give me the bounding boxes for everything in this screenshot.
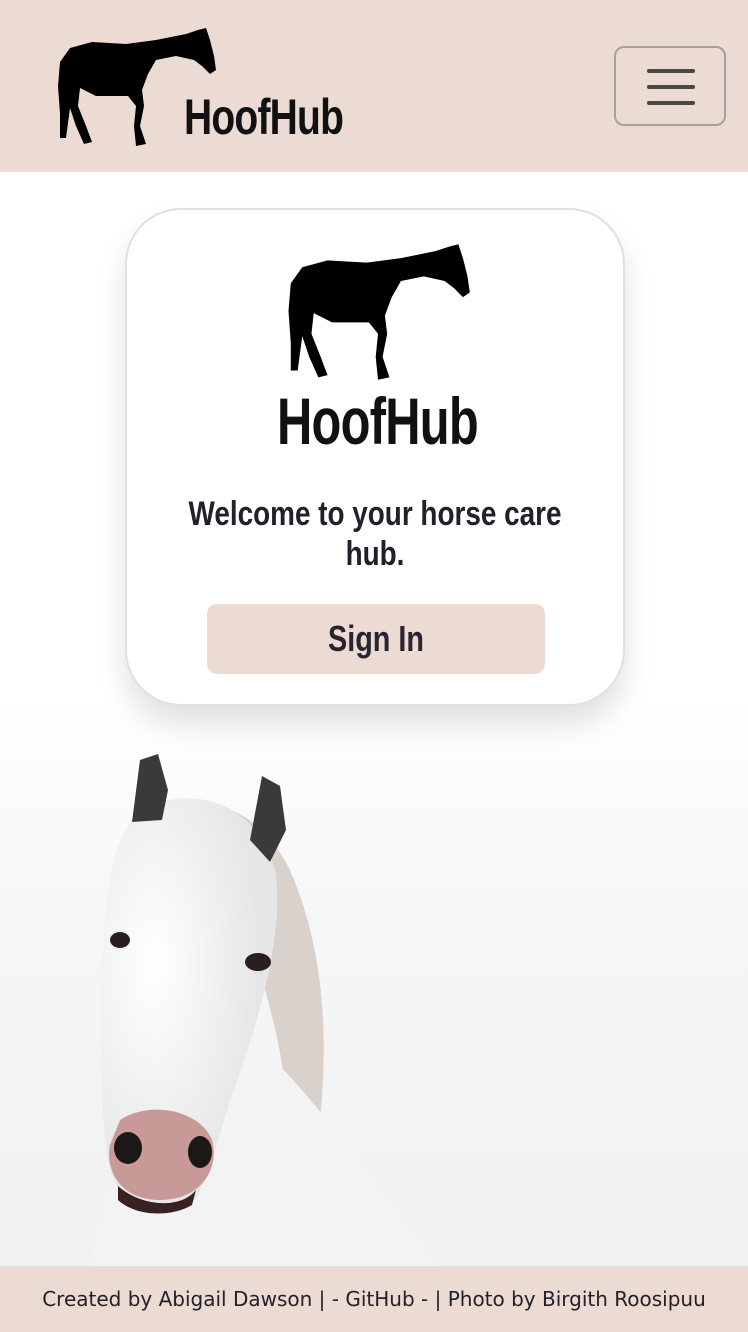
hamburger-menu-icon [647, 69, 695, 73]
footer-photo-credit: | Photo by Birgith Roosipuu [434, 1287, 706, 1311]
footer-github-link[interactable]: - GitHub - [332, 1287, 428, 1311]
site-header: HoofHub [0, 0, 748, 172]
welcome-card: HoofHub Welcome to your horse care hub. … [125, 208, 625, 706]
sign-in-button[interactable]: Sign In [207, 604, 545, 674]
brand-name: HoofHub [184, 89, 344, 145]
hamburger-line [647, 85, 695, 89]
horse-silhouette-icon [288, 244, 470, 380]
sign-in-label: Sign In [328, 618, 424, 659]
hero-horse-photo [0, 700, 748, 1266]
site-footer: Created by Abigail Dawson | - GitHub - |… [0, 1266, 748, 1332]
hamburger-line [647, 101, 695, 105]
footer-created-by: Created by Abigail Dawson | [42, 1287, 326, 1311]
brand-logo-link[interactable]: HoofHub [56, 26, 366, 150]
white-horse-image [90, 754, 440, 1266]
welcome-message: Welcome to your horse care hub. [188, 495, 562, 573]
card-brand-name: HoofHub [277, 384, 479, 458]
navbar-toggle-button[interactable] [614, 46, 726, 126]
